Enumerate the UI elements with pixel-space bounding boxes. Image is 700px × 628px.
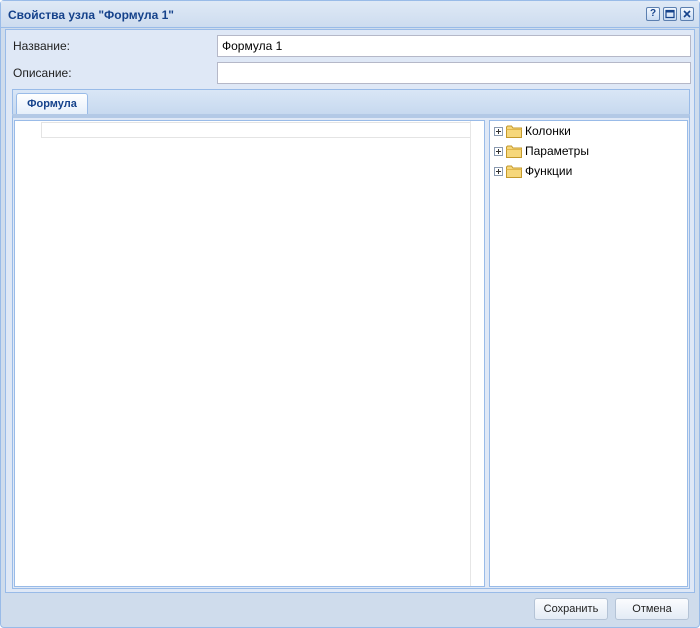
tab-formula[interactable]: Формула — [16, 93, 88, 115]
name-input[interactable] — [217, 35, 691, 57]
tab-body: Колонки Параметры Функции — [12, 114, 690, 589]
cancel-button[interactable]: Отмена — [615, 598, 689, 620]
tab-panel: Формула Колонки Параметры Функции — [12, 89, 690, 589]
description-input[interactable] — [217, 62, 691, 84]
save-button[interactable]: Сохранить — [534, 598, 608, 620]
help-icon[interactable]: ? — [646, 7, 660, 21]
folder-icon — [506, 125, 522, 138]
window-body: Название: Описание: Формула — [5, 29, 695, 593]
tree-item-columns[interactable]: Колонки — [494, 122, 571, 140]
expand-icon[interactable] — [494, 166, 503, 176]
tree-item-label: Колонки — [525, 124, 571, 138]
properties-window: Свойства узла "Формула 1" ? Название: Оп… — [0, 0, 700, 628]
formula-editor-line[interactable] — [41, 122, 484, 138]
expand-icon[interactable] — [494, 146, 503, 156]
formula-editor[interactable] — [14, 120, 485, 587]
editor-scrollbar[interactable] — [470, 121, 484, 586]
tab-strip: Формула — [12, 89, 690, 115]
maximize-icon[interactable] — [663, 7, 677, 21]
tree-item-parameters[interactable]: Параметры — [494, 142, 589, 160]
name-label: Название: — [13, 39, 70, 53]
tree-item-label: Функции — [525, 164, 573, 178]
description-label: Описание: — [13, 66, 72, 80]
folder-icon — [506, 165, 522, 178]
close-icon[interactable] — [680, 7, 694, 21]
window-titlebar[interactable]: Свойства узла "Формула 1" ? — [1, 1, 699, 28]
tree-item-functions[interactable]: Функции — [494, 162, 572, 180]
folder-icon — [506, 145, 522, 158]
tree-item-label: Параметры — [525, 144, 589, 158]
expand-icon[interactable] — [494, 126, 503, 136]
window-title: Свойства узла "Формула 1" — [8, 8, 174, 22]
formula-tree: Колонки Параметры Функции — [489, 120, 688, 587]
